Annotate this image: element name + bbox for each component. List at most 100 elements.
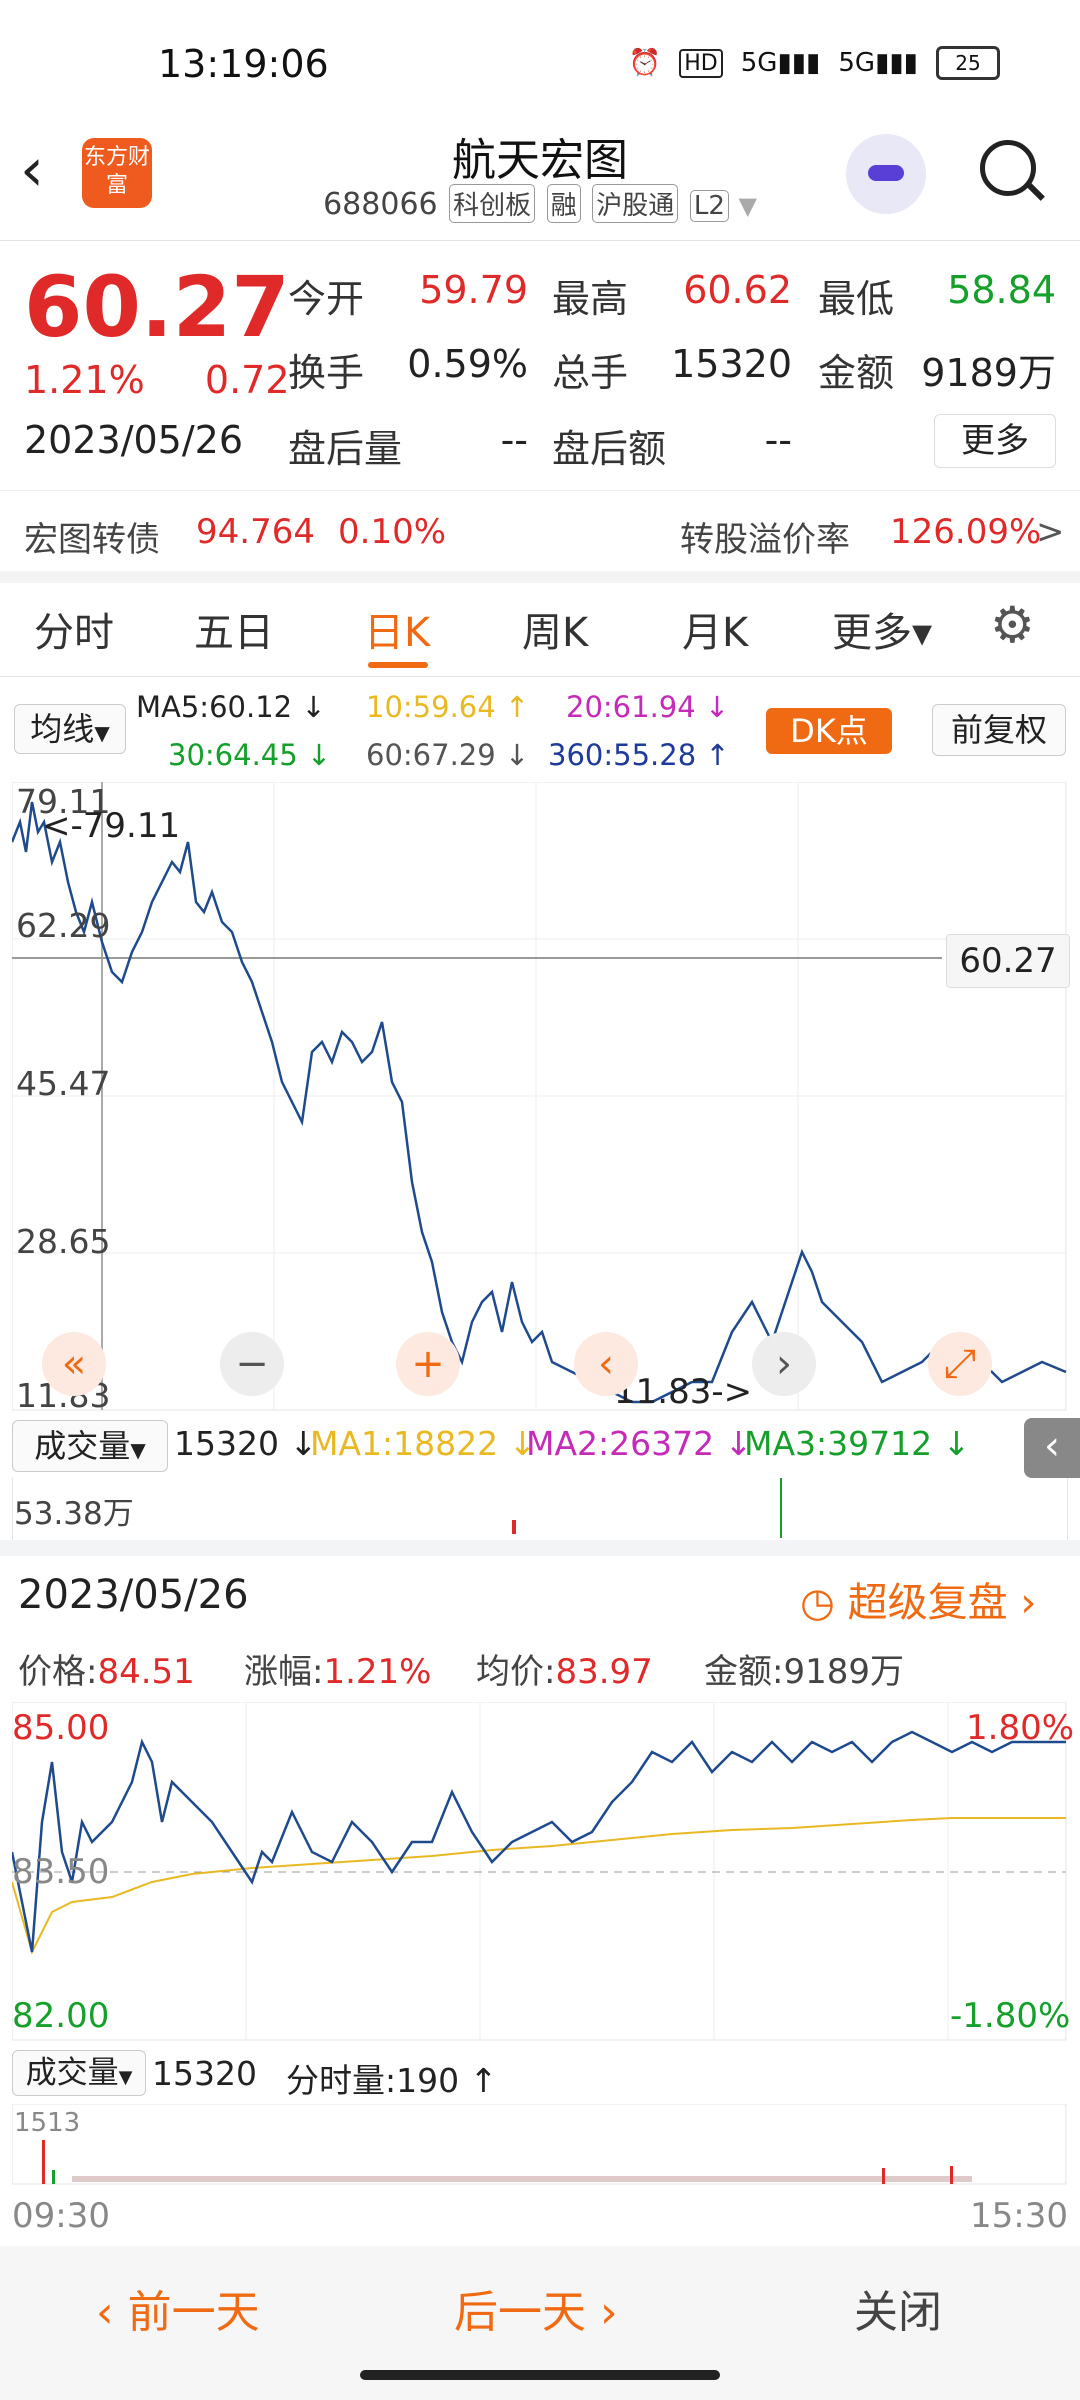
volume-axis-max: 53.38万 <box>14 1496 134 1532</box>
current-price-tag: 60.27 <box>946 934 1070 988</box>
signal-5g-icon: 5G▮▮▮ <box>740 48 821 78</box>
volume-spike-bar <box>42 2140 45 2184</box>
intraday-y-bottom: 82.00 <box>12 1996 110 2036</box>
volume-bars-band <box>72 2176 972 2182</box>
bond-name: 宏图转债 <box>24 520 160 560</box>
up-arrow-icon: ↑ <box>469 2061 498 2100</box>
detail-volume-selector[interactable]: 成交量▼ <box>12 2050 146 2096</box>
replay-button[interactable]: ◷ 超级复盘 › <box>800 1570 1036 1628</box>
detail-avg-label: 均价: <box>476 1652 556 1692</box>
down-arrow-icon: ↓ <box>942 1424 971 1463</box>
volume-selector[interactable]: 成交量▼ <box>12 1420 168 1472</box>
down-arrow-icon: ↓ <box>306 738 332 772</box>
adjust-button[interactable]: 前复权 <box>932 704 1066 756</box>
after-amount-value: -- <box>764 418 792 462</box>
kline-chart[interactable] <box>12 782 1068 1412</box>
collapse-panel-icon[interactable]: ‹ <box>1024 1418 1080 1478</box>
ma60-text: 60:67.29 <box>366 738 496 772</box>
detail-avg-value: 83.97 <box>555 1652 653 1692</box>
detail-volume-selector-label: 成交量 <box>25 2055 119 2091</box>
premium-value: 126.09% <box>890 512 1042 552</box>
change-row: 1.21% 0.72 <box>24 358 290 402</box>
more-quote-button[interactable]: 更多 <box>934 414 1056 468</box>
chevron-right-icon: › <box>1020 1580 1037 1626</box>
low-label: 最低 <box>818 277 895 321</box>
prev-icon[interactable]: ‹ <box>574 1332 638 1396</box>
home-indicator <box>360 2370 720 2380</box>
scroll-left-fast-icon[interactable]: « <box>42 1332 106 1396</box>
tab-more[interactable]: 更多▾ <box>832 600 932 658</box>
ma360-text: 360:55.28 <box>548 738 697 772</box>
ma-selector-label: 均线 <box>30 710 95 748</box>
tab-intraday[interactable]: 分时 <box>34 600 114 658</box>
chevron-right-icon: › <box>600 2287 618 2338</box>
vol-ma1: MA1:18822 ↓ <box>310 1424 536 1463</box>
price-line <box>12 1730 1066 1953</box>
down-arrow-icon: ↓ <box>704 690 730 724</box>
next-icon[interactable]: › <box>752 1332 816 1396</box>
hd-icon: HD <box>679 48 723 78</box>
tab-weekly-k[interactable]: 周K <box>522 600 588 658</box>
quote-date: 2023/05/26 <box>24 418 244 462</box>
intraday-chart[interactable] <box>12 1702 1068 2042</box>
vol-ma2-text: MA2:26372 <box>526 1424 715 1463</box>
stock-code: 688066 <box>323 187 438 222</box>
intraday-volume-chart <box>12 2104 1067 2185</box>
ma360-value: 360:55.28 ↑ <box>548 738 730 772</box>
zoom-in-icon[interactable]: + <box>396 1332 460 1396</box>
robot-visor <box>868 165 904 181</box>
volume-label: 总手 <box>552 351 629 395</box>
battery-icon: 25 <box>936 46 1000 80</box>
detail-price: 价格:84.51 <box>18 1644 195 1693</box>
section-separator <box>0 1540 1080 1556</box>
volume-chart-area <box>12 1478 1068 1540</box>
intraday-y-top: 85.00 <box>12 1708 110 1748</box>
tab-monthly-k[interactable]: 月K <box>682 600 748 658</box>
next-day-button[interactable]: 后一天 › <box>454 2276 618 2340</box>
volume-bar-value: 15320 ↓ <box>174 1424 317 1463</box>
clock-history-icon: ◷ <box>800 1580 835 1626</box>
prev-day-button[interactable]: ‹ 前一天 <box>96 2276 260 2340</box>
settings-gear-icon[interactable]: ⚙ <box>990 596 1035 654</box>
tag-connect: 沪股通 <box>592 184 679 223</box>
intraday-volume-axis: 1513 <box>14 2108 81 2138</box>
change-value: 0.72 <box>204 358 290 402</box>
detail-date: 2023/05/26 <box>18 1572 249 1618</box>
turnover-value: 0.59% <box>407 342 528 386</box>
tab-five-day[interactable]: 五日 <box>194 600 274 658</box>
ma-selector[interactable]: 均线▼ <box>14 704 126 754</box>
up-arrow-icon: ↑ <box>504 690 530 724</box>
vol-ma1-text: MA1:18822 <box>310 1424 499 1463</box>
ma30-value: 30:64.45 ↓ <box>168 738 331 772</box>
down-arrow-icon: ↓ <box>301 690 326 724</box>
kline-grid <box>12 782 1067 1411</box>
high-label: 最高 <box>552 277 629 321</box>
tag-level2: L2 <box>689 190 729 222</box>
volume-bar-close <box>950 2166 953 2184</box>
signal-5g-icon-2: 5G▮▮▮ <box>838 48 918 78</box>
active-tab-indicator <box>368 662 428 668</box>
tag-board: 科创板 <box>449 184 536 223</box>
dk-point-button[interactable]: DK点 <box>766 708 892 754</box>
replay-label: 超级复盘 <box>847 1580 1008 1626</box>
intraday-y-mid: 83.50 <box>12 1852 110 1892</box>
zoom-out-icon[interactable]: − <box>220 1332 284 1396</box>
intraday-frame <box>12 1702 1067 2041</box>
kline-y-label-2: 62.29 <box>16 906 111 945</box>
fullscreen-icon[interactable]: ⤢ <box>928 1332 992 1396</box>
close-button[interactable]: 关闭 <box>854 2276 942 2340</box>
volume-bar <box>52 2170 55 2184</box>
detail-pct-label: 涨幅: <box>244 1652 324 1692</box>
after-amount-label: 盘后额 <box>552 427 667 471</box>
alarm-icon: ⏰ <box>628 48 662 78</box>
dropdown-icon: ▼ <box>130 1438 146 1462</box>
tab-daily-k[interactable]: 日K <box>364 600 430 658</box>
next-day-label: 后一天 <box>454 2287 586 2338</box>
dropdown-triangle-icon: ▼ <box>738 192 757 220</box>
premium-label: 转股溢价率 <box>680 520 850 560</box>
detail-avg: 均价:83.97 <box>476 1644 653 1693</box>
up-arrow-icon: ↑ <box>705 738 730 772</box>
kline-price-line <box>12 801 1067 1404</box>
ma20-value: 20:61.94 ↓ <box>566 690 729 724</box>
dropdown-icon: ▼ <box>118 2067 133 2088</box>
